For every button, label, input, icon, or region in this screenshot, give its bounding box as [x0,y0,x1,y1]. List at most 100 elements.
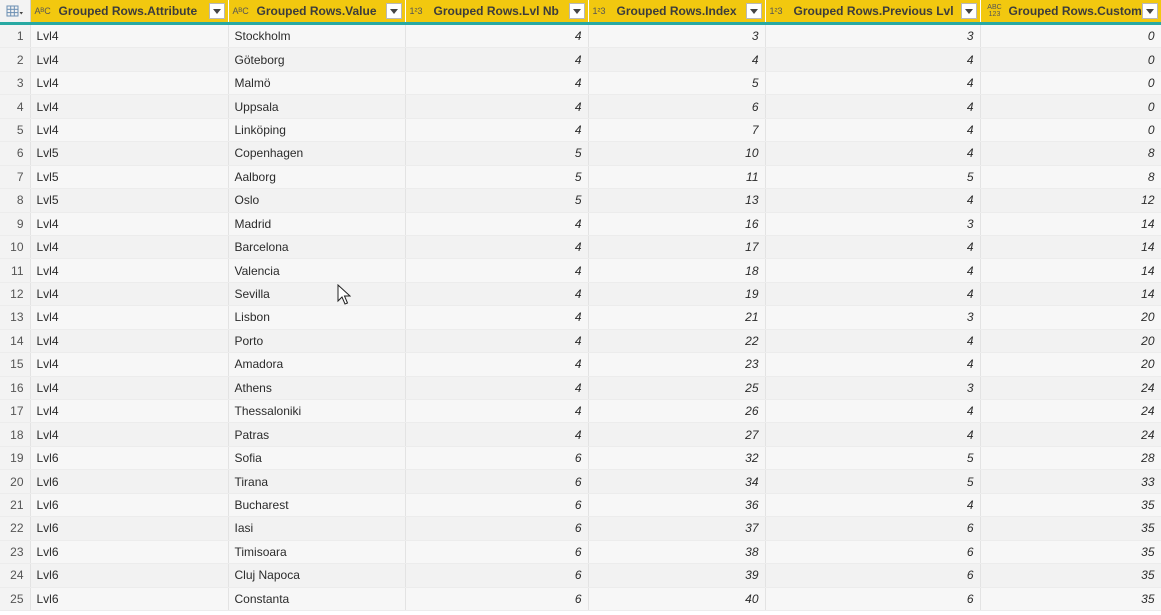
cell-value[interactable]: Amadora [228,352,406,377]
row-number[interactable]: 11 [0,258,31,283]
cell-value[interactable]: Thessaloniki [228,399,406,424]
row-number[interactable]: 5 [0,118,31,143]
table-row[interactable]: 24 Lvl6 Cluj Napoca 6 39 6 35 [0,563,1161,588]
cell-index[interactable]: 40 [588,587,766,611]
cell-value[interactable]: Oslo [228,188,406,213]
cell-index[interactable]: 16 [588,212,766,236]
cell-attribute[interactable]: Lvl4 [30,352,229,377]
cell-attribute[interactable]: Lvl6 [30,446,229,471]
cell-index[interactable]: 38 [588,540,766,565]
cell-custom[interactable]: 14 [980,212,1161,236]
cell-value[interactable]: Göteborg [228,47,406,72]
cell-attribute[interactable]: Lvl4 [30,47,229,72]
cell-custom[interactable]: 14 [980,282,1161,307]
cell-lvl-nb[interactable]: 4 [405,305,589,330]
cell-value[interactable]: Barcelona [228,235,406,260]
cell-previous-lvl[interactable]: 4 [765,71,981,96]
table-row[interactable]: 10 Lvl4 Barcelona 4 17 4 14 [0,235,1161,260]
cell-previous-lvl[interactable]: 4 [765,258,981,283]
cell-lvl-nb[interactable]: 4 [405,235,589,260]
cell-previous-lvl[interactable]: 4 [765,188,981,213]
cell-lvl-nb[interactable]: 5 [405,165,589,190]
table-menu-button[interactable] [0,0,31,25]
cell-value[interactable]: Linköping [228,118,406,143]
cell-value[interactable]: Malmö [228,71,406,96]
number-type-icon[interactable]: 1²3 [593,6,613,16]
row-number[interactable]: 23 [0,540,31,565]
cell-custom[interactable]: 20 [980,329,1161,354]
cell-previous-lvl[interactable]: 5 [765,165,981,190]
row-number[interactable]: 20 [0,469,31,494]
cell-index[interactable]: 3 [588,23,766,49]
cell-value[interactable]: Porto [228,329,406,354]
cell-attribute[interactable]: Lvl5 [30,188,229,213]
cell-lvl-nb[interactable]: 6 [405,469,589,494]
column-header-attribute[interactable]: AᴮC Grouped Rows.Attribute [30,0,229,25]
cell-lvl-nb[interactable]: 6 [405,563,589,588]
cell-index[interactable]: 19 [588,282,766,307]
cell-previous-lvl[interactable]: 4 [765,493,981,518]
cell-value[interactable]: Copenhagen [228,141,406,166]
cell-index[interactable]: 22 [588,329,766,354]
row-number[interactable]: 22 [0,516,31,541]
cell-lvl-nb[interactable]: 4 [405,329,589,354]
table-row[interactable]: 13 Lvl4 Lisbon 4 21 3 20 [0,305,1161,330]
cell-index[interactable]: 36 [588,493,766,518]
cell-value[interactable]: Cluj Napoca [228,563,406,588]
cell-custom[interactable]: 12 [980,188,1161,213]
row-number[interactable]: 19 [0,446,31,471]
filter-dropdown-button[interactable] [385,3,402,19]
table-row[interactable]: 1 Lvl4 Stockholm 4 3 3 0 [0,23,1161,49]
cell-lvl-nb[interactable]: 4 [405,23,589,49]
cell-index[interactable]: 25 [588,376,766,401]
column-header-previous-lvl[interactable]: 1²3 Grouped Rows.Previous Lvl [765,0,981,25]
table-row[interactable]: 25 Lvl6 Constanta 6 40 6 35 [0,587,1161,611]
cell-attribute[interactable]: Lvl6 [30,469,229,494]
table-row[interactable]: 2 Lvl4 Göteborg 4 4 4 0 [0,47,1161,72]
cell-previous-lvl[interactable]: 4 [765,329,981,354]
cell-value[interactable]: Aalborg [228,165,406,190]
cell-custom[interactable]: 24 [980,399,1161,424]
cell-index[interactable]: 27 [588,422,766,447]
cell-value[interactable]: Valencia [228,258,406,283]
table-row[interactable]: 7 Lvl5 Aalborg 5 11 5 8 [0,165,1161,190]
cell-value[interactable]: Timisoara [228,540,406,565]
table-row[interactable]: 5 Lvl4 Linköping 4 7 4 0 [0,118,1161,143]
table-row[interactable]: 9 Lvl4 Madrid 4 16 3 14 [0,212,1161,236]
row-number[interactable]: 18 [0,422,31,447]
cell-attribute[interactable]: Lvl6 [30,516,229,541]
cell-lvl-nb[interactable]: 4 [405,94,589,119]
cell-custom[interactable]: 0 [980,118,1161,143]
table-row[interactable]: 21 Lvl6 Bucharest 6 36 4 35 [0,493,1161,518]
table-row[interactable]: 4 Lvl4 Uppsala 4 6 4 0 [0,94,1161,119]
table-row[interactable]: 3 Lvl4 Malmö 4 5 4 0 [0,71,1161,96]
cell-custom[interactable]: 0 [980,71,1161,96]
cell-attribute[interactable]: Lvl6 [30,587,229,611]
cell-custom[interactable]: 0 [980,94,1161,119]
cell-value[interactable]: Iasi [228,516,406,541]
cell-previous-lvl[interactable]: 4 [765,422,981,447]
column-header-lvl-nb[interactable]: 1²3 Grouped Rows.Lvl Nb [405,0,589,25]
cell-attribute[interactable]: Lvl4 [30,305,229,330]
cell-index[interactable]: 23 [588,352,766,377]
cell-previous-lvl[interactable]: 4 [765,399,981,424]
cell-attribute[interactable]: Lvl4 [30,329,229,354]
row-number[interactable]: 13 [0,305,31,330]
cell-index[interactable]: 26 [588,399,766,424]
cell-value[interactable]: Uppsala [228,94,406,119]
cell-value[interactable]: Sofia [228,446,406,471]
cell-attribute[interactable]: Lvl4 [30,94,229,119]
table-row[interactable]: 23 Lvl6 Timisoara 6 38 6 35 [0,540,1161,565]
cell-lvl-nb[interactable]: 4 [405,399,589,424]
cell-previous-lvl[interactable]: 4 [765,141,981,166]
cell-custom[interactable]: 24 [980,376,1161,401]
row-number[interactable]: 2 [0,47,31,72]
cell-custom[interactable]: 0 [980,23,1161,49]
table-row[interactable]: 19 Lvl6 Sofia 6 32 5 28 [0,446,1161,471]
cell-index[interactable]: 32 [588,446,766,471]
number-type-icon[interactable]: 1²3 [410,6,430,16]
row-number[interactable]: 1 [0,23,31,49]
cell-attribute[interactable]: Lvl4 [30,118,229,143]
cell-previous-lvl[interactable]: 4 [765,282,981,307]
row-number[interactable]: 3 [0,71,31,96]
